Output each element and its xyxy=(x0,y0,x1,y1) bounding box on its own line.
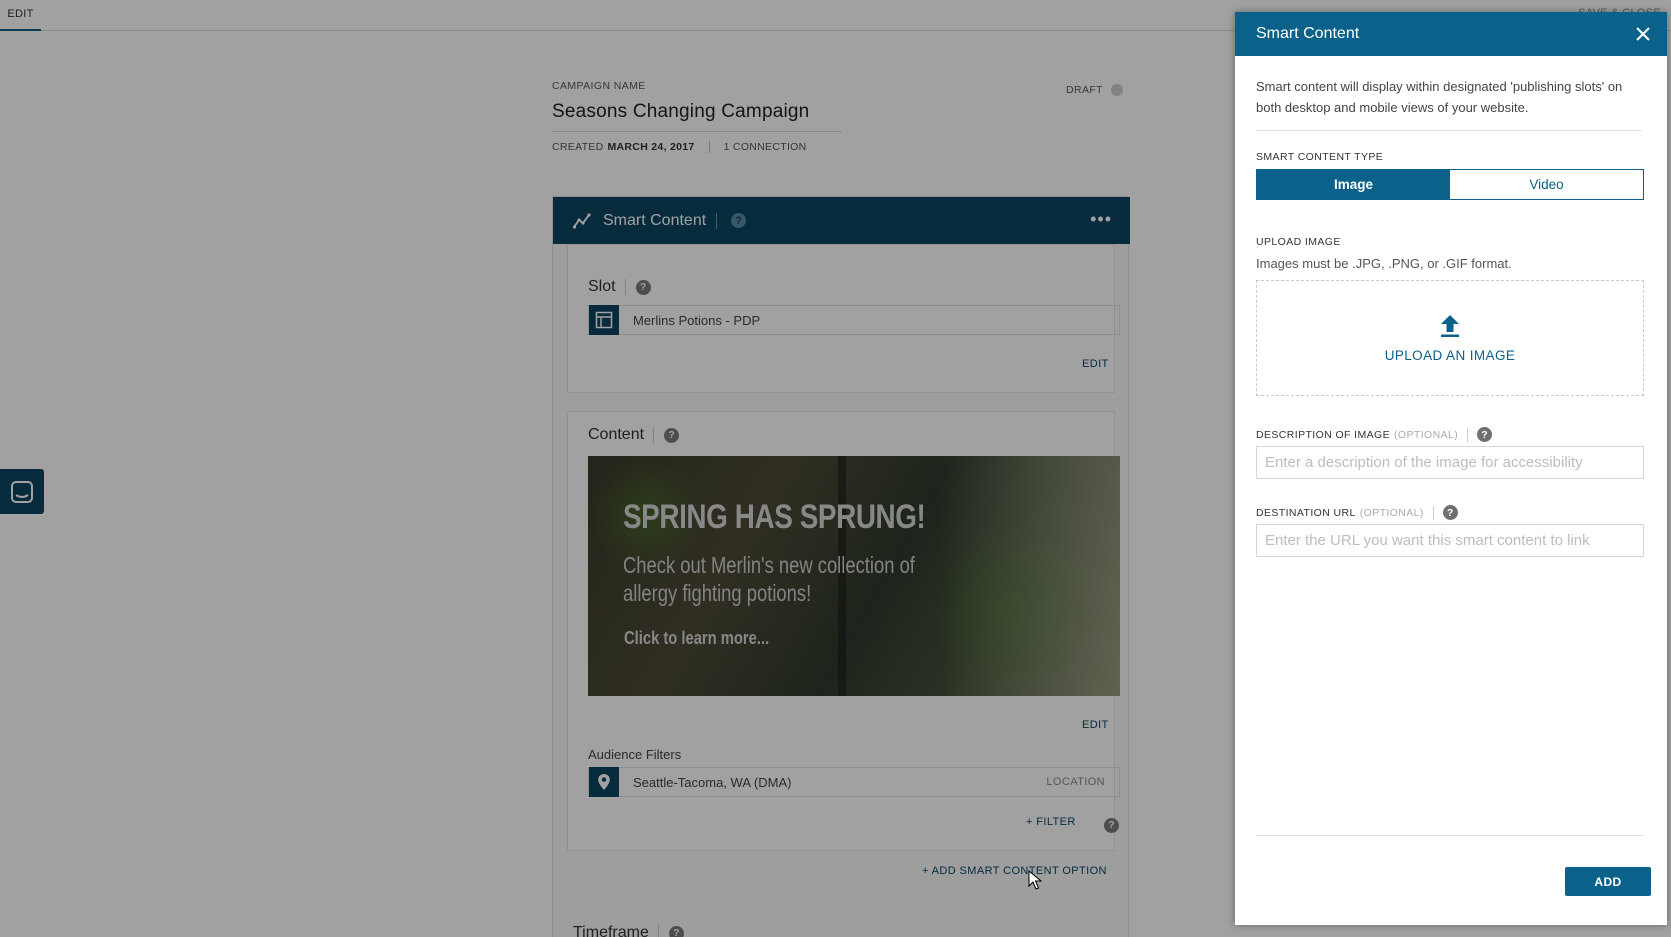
optional-tag: (OPTIONAL) xyxy=(1394,428,1459,441)
upload-label-text: UPLOAD IMAGE xyxy=(1256,236,1341,248)
upload-help-text: Images must be .JPG, .PNG, or .GIF forma… xyxy=(1256,256,1512,271)
upload-image-label: UPLOAD IMAGE xyxy=(1256,236,1341,248)
destination-url-input[interactable] xyxy=(1256,524,1644,557)
type-image-button[interactable]: Image xyxy=(1257,170,1450,199)
optional-tag: (OPTIONAL) xyxy=(1359,506,1424,519)
panel-intro-text: Smart content will display within design… xyxy=(1256,76,1642,131)
mouse-cursor-icon xyxy=(1028,870,1042,890)
close-icon[interactable] xyxy=(1633,24,1653,44)
description-label: DESCRIPTION OF IMAGE (OPTIONAL) ? xyxy=(1256,427,1493,442)
url-label-text: DESTINATION URL xyxy=(1256,506,1356,519)
smart-content-side-panel: Smart Content Smart content will display… xyxy=(1235,12,1667,925)
type-video-button[interactable]: Video xyxy=(1450,170,1643,199)
panel-header: Smart Content xyxy=(1235,12,1667,56)
footer-divider xyxy=(1256,835,1644,836)
upload-image-link[interactable]: UPLOAD AN IMAGE xyxy=(1385,348,1516,363)
help-icon[interactable]: ? xyxy=(1442,505,1458,520)
description-label-text: DESCRIPTION OF IMAGE xyxy=(1256,428,1391,441)
type-label-text: SMART CONTENT TYPE xyxy=(1256,151,1384,163)
image-dropzone[interactable]: UPLOAD AN IMAGE xyxy=(1256,280,1644,396)
smart-content-type-label: SMART CONTENT TYPE xyxy=(1256,151,1383,163)
image-description-input[interactable] xyxy=(1256,446,1644,479)
destination-url-label: DESTINATION URL (OPTIONAL) ? xyxy=(1256,505,1458,520)
content-type-toggle: Image Video xyxy=(1256,169,1644,200)
label-divider xyxy=(1432,505,1434,520)
help-icon[interactable]: ? xyxy=(1477,427,1493,442)
label-divider xyxy=(1467,427,1469,442)
add-button[interactable]: ADD xyxy=(1565,867,1651,896)
panel-title: Smart Content xyxy=(1256,25,1360,42)
upload-icon xyxy=(1441,314,1459,337)
